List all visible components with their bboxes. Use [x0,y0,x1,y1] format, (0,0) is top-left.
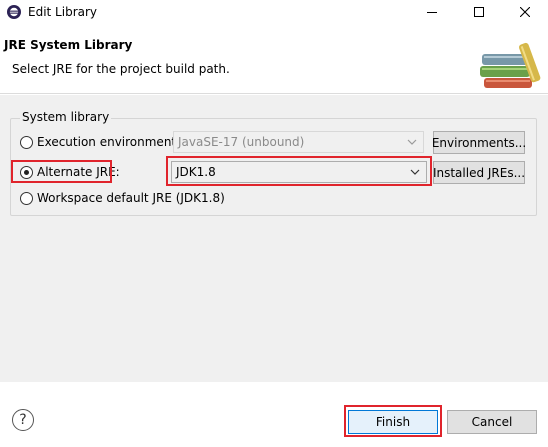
help-icon: ? [19,412,27,428]
chevron-down-icon [407,139,417,145]
alternate-jre-radio[interactable] [20,165,33,179]
workspace-default-jre-radio[interactable] [20,191,33,205]
installed-jres-button[interactable]: Installed JREs... [433,161,525,184]
close-button[interactable] [502,0,548,24]
wizard-banner: JRE System Library Select JRE for the pr… [0,24,548,94]
execution-environment-option[interactable]: Execution environment: [20,133,180,151]
help-button[interactable]: ? [12,409,34,431]
finish-button[interactable]: Finish [348,410,438,434]
system-library-legend: System library [20,110,112,124]
window-title: Edit Library [28,5,98,19]
minimize-icon [427,12,437,13]
alternate-jre-option[interactable]: Alternate JRE: [20,163,120,181]
minimize-button[interactable] [409,0,455,24]
chevron-down-icon [410,169,420,175]
title-bar: Edit Library [0,0,548,24]
maximize-button[interactable] [456,0,502,24]
dialog-content: System library Execution environment: Ja… [0,95,548,382]
execution-environment-value: JavaSE-17 (unbound) [178,135,305,149]
execution-environment-label: Execution environment: [37,135,181,149]
alternate-jre-combo[interactable]: JDK1.8 [171,161,427,183]
workspace-default-jre-label: Workspace default JRE (JDK1.8) [37,191,225,205]
maximize-icon [474,7,484,17]
books-icon [480,42,541,88]
alternate-jre-label: Alternate JRE: [37,165,120,179]
alternate-jre-value: JDK1.8 [176,165,216,179]
eclipse-app-icon [7,5,21,19]
execution-environment-radio[interactable] [20,135,33,149]
execution-environment-combo: JavaSE-17 (unbound) [173,131,424,153]
workspace-default-jre-option[interactable]: Workspace default JRE (JDK1.8) [20,189,225,207]
banner-description: Select JRE for the project build path. [12,62,230,76]
environments-button[interactable]: Environments... [432,131,526,154]
banner-title: JRE System Library [4,38,133,52]
cancel-button[interactable]: Cancel [447,410,537,434]
close-icon [520,7,530,17]
